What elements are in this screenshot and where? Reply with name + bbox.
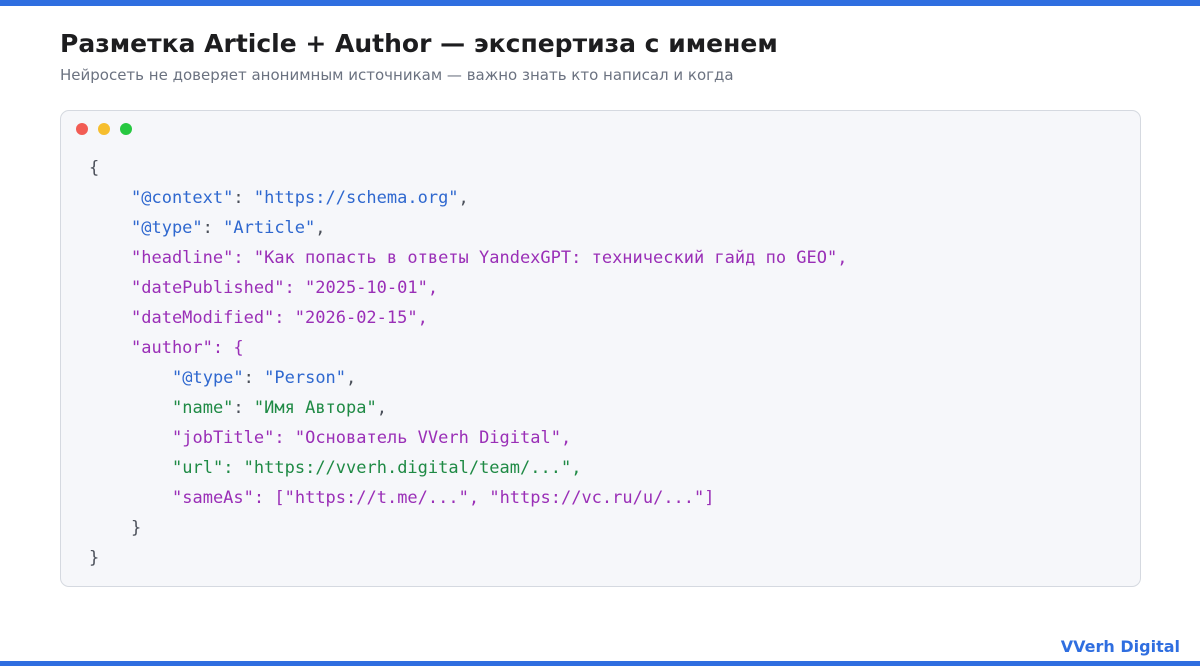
close-brace: } <box>89 548 100 568</box>
type-value: "Article" <box>223 218 316 238</box>
open-brace: { <box>89 158 100 178</box>
code-line-context: "@context": "https://schema.org", <box>131 188 469 208</box>
context-key: "@context" <box>131 188 234 208</box>
window-close-dot-icon <box>76 123 88 135</box>
code-line-headline: "headline": "Как попасть в ответы Yandex… <box>131 248 848 268</box>
author-name-key: "name" <box>172 398 234 418</box>
date-published-value: "2025-10-01" <box>305 278 428 298</box>
code-line-author-name: "name": "Имя Автора", <box>172 398 387 418</box>
code-line-author-job-title: "jobTitle": "Основатель VVerh Digital", <box>172 428 572 448</box>
code-line-open: { <box>89 153 847 183</box>
author-same-as-value-2: "https://vc.ru/u/..." <box>489 488 705 508</box>
headline-value: "Как попасть в ответы YandexGPT: техниче… <box>253 248 838 268</box>
code-line-date-modified: "dateModified": "2026-02-15", <box>131 308 428 328</box>
code-line-author-url: "url": "https://vverh.digital/team/...", <box>172 458 582 478</box>
type-key: "@type" <box>131 218 203 238</box>
code-line-author-close: } <box>89 513 847 543</box>
code-window: { "@context": "https://schema.org", "@ty… <box>60 110 1141 587</box>
author-key: "author" <box>131 338 213 358</box>
author-same-as-value-1: "https://t.me/..." <box>284 488 469 508</box>
author-close-brace: } <box>131 518 142 538</box>
author-open-brace: { <box>233 338 244 358</box>
top-accent-bar <box>0 0 1200 6</box>
code-line-date-published: "datePublished": "2025-10-01", <box>131 278 439 298</box>
window-maximize-dot-icon <box>120 123 132 135</box>
date-modified-key: "dateModified" <box>131 308 275 328</box>
window-minimize-dot-icon <box>98 123 110 135</box>
author-type-value: "Person" <box>264 368 347 388</box>
author-same-as-key: "sameAs" <box>172 488 254 508</box>
page-subtitle: Нейросеть не доверяет анонимным источник… <box>60 66 734 84</box>
author-type-key: "@type" <box>172 368 244 388</box>
code-line-author-same-as: "sameAs": ["https://t.me/...", "https://… <box>172 488 715 508</box>
context-value: "https://schema.org" <box>253 188 459 208</box>
brand-logo-text: VVerh Digital <box>1060 637 1180 656</box>
code-line-author-type: "@type": "Person", <box>172 368 357 388</box>
author-url-value: "https://vverh.digital/team/..." <box>243 458 572 478</box>
page-title: Разметка Article + Author — экспертиза с… <box>60 29 778 58</box>
author-name-value: "Имя Автора" <box>253 398 377 418</box>
headline-key: "headline" <box>131 248 234 268</box>
code-line-type: "@type": "Article", <box>131 218 326 238</box>
author-url-key: "url" <box>172 458 224 478</box>
code-line-close: } <box>89 543 847 573</box>
date-published-key: "datePublished" <box>131 278 285 298</box>
date-modified-value: "2026-02-15" <box>294 308 418 328</box>
code-block: { "@context": "https://schema.org", "@ty… <box>89 153 847 573</box>
code-line-author: "author": { <box>131 338 244 358</box>
bottom-accent-bar <box>0 661 1200 666</box>
author-job-title-value: "Основатель VVerh Digital" <box>294 428 561 448</box>
author-job-title-key: "jobTitle" <box>172 428 275 448</box>
